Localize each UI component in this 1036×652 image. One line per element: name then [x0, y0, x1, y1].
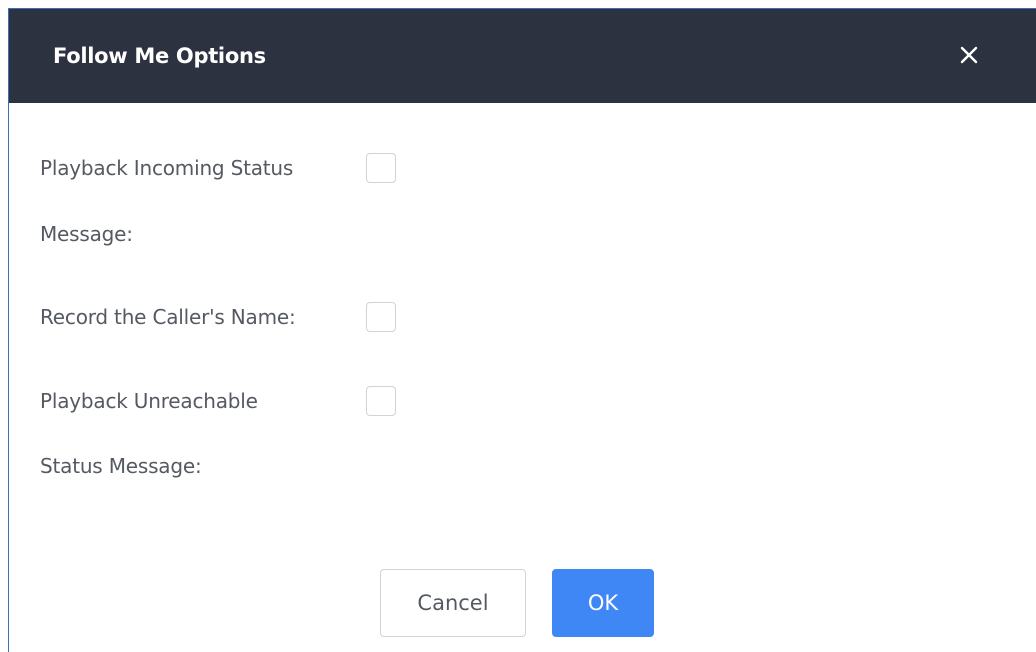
playback-unreachable-status-checkbox[interactable]	[366, 386, 396, 416]
playback-unreachable-status-label-line2: Status Message:	[40, 454, 202, 478]
ok-button[interactable]: OK	[552, 569, 654, 637]
playback-unreachable-status-label-line1: Playback Unreachable	[40, 389, 258, 413]
dialog-header: Follow Me Options	[9, 9, 1036, 103]
playback-incoming-status-label-line1: Playback Incoming Status	[40, 156, 294, 180]
close-icon-glyph	[960, 46, 978, 64]
record-callers-name-label: Record the Caller's Name:	[40, 305, 296, 329]
playback-incoming-status-checkbox[interactable]	[366, 153, 396, 183]
record-callers-name-checkbox[interactable]	[366, 302, 396, 332]
dialog-title: Follow Me Options	[53, 44, 266, 68]
playback-incoming-status-label-line2: Message:	[40, 222, 133, 246]
close-icon[interactable]	[955, 41, 983, 69]
follow-me-options-dialog: Follow Me Options Playback Incoming Stat…	[8, 8, 1036, 652]
cancel-button[interactable]: Cancel	[380, 569, 526, 637]
